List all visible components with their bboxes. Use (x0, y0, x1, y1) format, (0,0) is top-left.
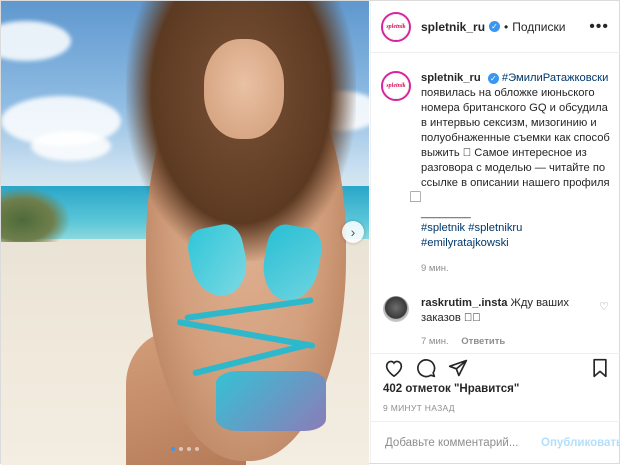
comment-time: 7 мин. (421, 336, 449, 347)
carousel-dot (187, 447, 191, 451)
reply-button[interactable]: Ответить (461, 336, 505, 347)
caption-time: 9 мин. (421, 263, 449, 274)
avatar[interactable]: spletnik (381, 71, 411, 101)
caption-username[interactable]: spletnik_ru (421, 72, 481, 84)
hashtag-link[interactable]: #emilyratajkowski (421, 236, 611, 251)
post-timestamp: 9 МИНУТ НАЗАД (383, 403, 455, 413)
next-slide-button[interactable]: › (342, 221, 364, 243)
caption-divider: ________ (421, 207, 471, 219)
comment-input[interactable] (383, 435, 541, 450)
more-horizontal-icon[interactable]: ••• (589, 18, 609, 36)
share-direct-icon[interactable] (447, 357, 469, 379)
comments-area: spletnik spletnik_ru ✓ #ЭмилиРатажковски… (371, 61, 620, 351)
verified-badge-icon: ✓ (489, 21, 501, 32)
action-bar (371, 353, 620, 381)
commenter-avatar[interactable] (383, 296, 409, 322)
publish-button[interactable]: Опубликовать (541, 437, 620, 449)
separator-dot: • (504, 19, 509, 34)
post-photo[interactable]: › (1, 1, 369, 465)
bookmark-save-icon[interactable] (589, 357, 611, 379)
verified-badge-icon: ✓ (487, 72, 499, 84)
follow-button[interactable]: Подписки (512, 20, 565, 34)
comment-body: raskrutim_.insta Жду ваших заказов ⃞⃞ 7 … (421, 296, 601, 349)
avatar[interactable]: spletnik (381, 11, 411, 42)
avatar-logo: spletnik (383, 73, 409, 99)
carousel-dots (1, 447, 369, 451)
post-details-panel: spletnik spletnik_ru ✓ • Подписки ••• sp… (370, 1, 620, 463)
hashtag-links[interactable]: #spletnik #spletnikru (421, 221, 611, 236)
caption: spletnik spletnik_ru ✓ #ЭмилиРатажковски… (371, 61, 620, 276)
carousel-dot (195, 447, 199, 451)
comment-item: raskrutim_.insta Жду ваших заказов ⃞⃞ 7 … (371, 276, 620, 349)
commenter-username[interactable]: raskrutim_.insta (421, 297, 507, 309)
comment-like-heart-icon[interactable]: ♡ (599, 300, 609, 313)
carousel-dot (179, 447, 183, 451)
author-username[interactable]: spletnik_ru (421, 20, 485, 34)
cloud-shape (1, 21, 71, 61)
model-figure (96, 1, 356, 465)
chevron-right-icon: › (350, 224, 356, 240)
figure-face (204, 39, 284, 139)
caption-mention-link[interactable]: #ЭмилиРатажковски (502, 72, 608, 84)
post-header: spletnik spletnik_ru ✓ • Подписки ••• (371, 1, 620, 53)
bikini-bottom (216, 371, 326, 431)
add-comment-bar: Опубликовать (371, 421, 620, 463)
comment-bubble-icon[interactable] (415, 357, 437, 379)
comment-meta: 7 мин. Ответить (421, 334, 601, 349)
caption-body: spletnik_ru ✓ #ЭмилиРатажковски появилас… (421, 71, 611, 276)
palm-shape (1, 187, 71, 242)
caption-text: появилась на обложке июньского номера бр… (421, 87, 610, 189)
avatar-logo: spletnik (383, 13, 409, 40)
likes-count[interactable]: 402 отметок "Нравится" (383, 383, 519, 395)
carousel-dot (171, 447, 175, 451)
like-heart-icon[interactable] (383, 357, 405, 379)
instagram-post: › spletnik spletnik_ru ✓ • Подписки ••• … (0, 0, 620, 465)
